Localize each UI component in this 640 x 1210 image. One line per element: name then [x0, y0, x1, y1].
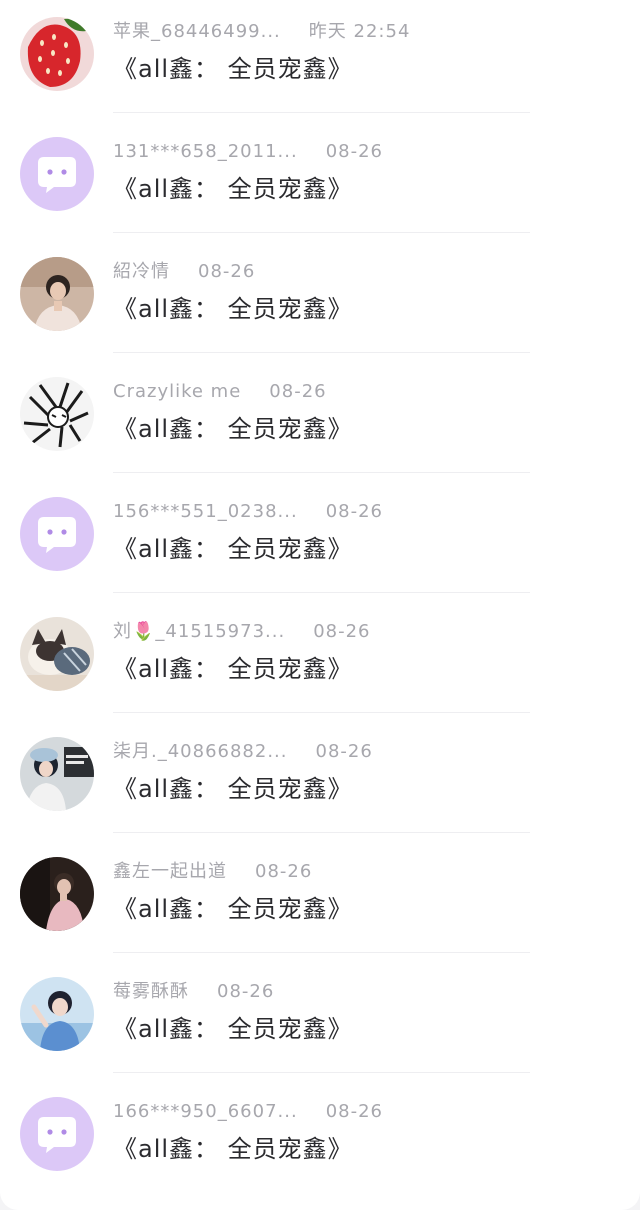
user-name[interactable]: 刘🌷_41515973... [113, 621, 285, 642]
sketch-avatar[interactable] [20, 377, 94, 451]
selfie-avatar[interactable] [20, 257, 94, 331]
list-item[interactable]: Crazylike me 08-26 《all鑫： 全员宠鑫》 [0, 354, 640, 474]
comment-time: 08-26 [313, 621, 371, 642]
comment-time: 08-26 [255, 861, 313, 882]
comment-meta: 166***950_6607... 08-26 [113, 1098, 383, 1126]
list-item[interactable]: 鑫左一起出道 08-26 《all鑫： 全员宠鑫》 [0, 834, 640, 954]
divider [113, 712, 530, 713]
comment-time: 08-26 [325, 501, 383, 522]
divider [113, 232, 530, 233]
user-name[interactable]: 柒月._40866882... [113, 741, 288, 762]
user-name[interactable]: 166***950_6607... [113, 1101, 298, 1122]
comment-meta: 紹冷情 08-26 [113, 258, 255, 286]
comment-meta: Crazylike me 08-26 [113, 378, 327, 406]
list-item[interactable]: 苹果_68446499... 昨天 22:54 《all鑫： 全员宠鑫》 [0, 0, 640, 114]
divider [113, 1072, 530, 1073]
dark-photo-avatar[interactable] [20, 857, 94, 931]
comment-text: 《all鑫： 全员宠鑫》 [113, 1135, 353, 1163]
comment-time: 昨天 22:54 [308, 21, 411, 42]
user-name[interactable]: 131***658_2011... [113, 141, 298, 162]
default-chat-avatar[interactable] [20, 1097, 94, 1171]
comment-meta: 131***658_2011... 08-26 [113, 138, 383, 166]
strawberry-avatar[interactable] [20, 17, 94, 91]
comment-meta: 156***551_0238... 08-26 [113, 498, 383, 526]
cat-avatar[interactable] [20, 617, 94, 691]
list-item[interactable]: 131***658_2011... 08-26 《all鑫： 全员宠鑫》 [0, 114, 640, 234]
user-name[interactable]: 紹冷情 [113, 261, 170, 282]
comment-time: 08-26 [315, 741, 373, 762]
divider [113, 832, 530, 833]
comment-meta: 刘🌷_41515973... 08-26 [113, 618, 371, 646]
divider [113, 472, 530, 473]
comment-meta: 莓雾酥酥 08-26 [113, 978, 274, 1006]
user-name[interactable]: 156***551_0238... [113, 501, 298, 522]
comment-time: 08-26 [269, 381, 327, 402]
comment-meta: 苹果_68446499... 昨天 22:54 [113, 18, 410, 46]
list-item[interactable]: 紹冷情 08-26 《all鑫： 全员宠鑫》 [0, 234, 640, 354]
comment-text: 《all鑫： 全员宠鑫》 [113, 55, 353, 83]
user-name[interactable]: 鑫左一起出道 [113, 861, 227, 882]
comment-meta: 柒月._40866882... 08-26 [113, 738, 373, 766]
user-name[interactable]: 苹果_68446499... [113, 21, 281, 42]
cafe-avatar[interactable] [20, 737, 94, 811]
default-chat-avatar[interactable] [20, 137, 94, 211]
list-item[interactable]: 刘🌷_41515973... 08-26 《all鑫： 全员宠鑫》 [0, 594, 640, 714]
divider [113, 112, 530, 113]
comment-text: 《all鑫： 全员宠鑫》 [113, 535, 353, 563]
divider [113, 952, 530, 953]
divider [113, 592, 530, 593]
blue-photo-avatar[interactable] [20, 977, 94, 1051]
comment-text: 《all鑫： 全员宠鑫》 [113, 295, 353, 323]
user-name[interactable]: Crazylike me [113, 381, 241, 402]
user-name[interactable]: 莓雾酥酥 [113, 981, 189, 1002]
list-item[interactable]: 156***551_0238... 08-26 《all鑫： 全员宠鑫》 [0, 474, 640, 594]
default-chat-avatar[interactable] [20, 497, 94, 571]
divider [113, 352, 530, 353]
comment-text: 《all鑫： 全员宠鑫》 [113, 655, 353, 683]
list-item[interactable]: 莓雾酥酥 08-26 《all鑫： 全员宠鑫》 [0, 954, 640, 1074]
comment-text: 《all鑫： 全员宠鑫》 [113, 1015, 353, 1043]
comment-text: 《all鑫： 全员宠鑫》 [113, 895, 353, 923]
comment-time: 08-26 [325, 1101, 383, 1122]
comment-time: 08-26 [198, 261, 256, 282]
comment-meta: 鑫左一起出道 08-26 [113, 858, 312, 886]
comment-text: 《all鑫： 全员宠鑫》 [113, 175, 353, 203]
comment-text: 《all鑫： 全员宠鑫》 [113, 775, 353, 803]
comment-time: 08-26 [217, 981, 275, 1002]
comment-text: 《all鑫： 全员宠鑫》 [113, 415, 353, 443]
comment-time: 08-26 [325, 141, 383, 162]
list-item[interactable]: 柒月._40866882... 08-26 《all鑫： 全员宠鑫》 [0, 714, 640, 834]
list-item[interactable]: 166***950_6607... 08-26 《all鑫： 全员宠鑫》 [0, 1074, 640, 1194]
